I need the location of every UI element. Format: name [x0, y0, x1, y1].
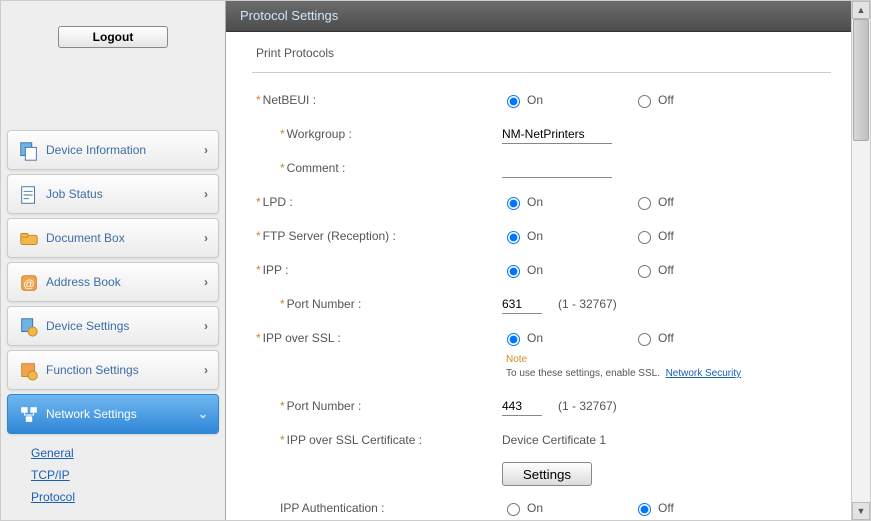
scroll-track[interactable] — [852, 19, 870, 502]
sidebar-item-label: Job Status — [46, 187, 103, 201]
sidebar-item-label: Device Information — [46, 143, 146, 157]
note-block: Note To use these settings, enable SSL. … — [506, 353, 831, 381]
ipp-auth-off-radio[interactable]: Off — [633, 500, 674, 516]
device-settings-icon — [18, 316, 40, 336]
sidebar-item-function-settings[interactable]: Function Settings › — [7, 350, 219, 390]
sidebar-menu: Device Information › Job Status › Docume… — [1, 128, 225, 514]
chevron-right-icon: › — [204, 143, 208, 157]
chevron-right-icon: › — [204, 231, 208, 245]
sidebar-item-label: Address Book — [46, 275, 121, 289]
ipp-ssl-port-input[interactable] — [502, 397, 542, 416]
content: Print Protocols NetBEUI : On Off Workgro… — [226, 32, 851, 520]
label-ipp-port: Port Number : — [252, 297, 502, 311]
scroll-down-icon[interactable]: ▼ — [852, 502, 870, 520]
label-ipp: IPP : — [252, 263, 502, 277]
label-ftp: FTP Server (Reception) : — [252, 229, 502, 243]
label-ipp-ssl: IPP over SSL : — [252, 331, 502, 345]
note-text: To use these settings, enable SSL. — [506, 368, 660, 379]
cert-value: Device Certificate 1 — [502, 433, 606, 447]
sublink-general[interactable]: General — [31, 442, 225, 464]
settings-button[interactable]: Settings — [502, 462, 592, 486]
device-information-icon — [18, 140, 40, 160]
scrollbar[interactable]: ▲ ▼ — [851, 1, 870, 520]
ipp-on-radio[interactable]: On — [502, 262, 543, 278]
comment-input[interactable] — [502, 159, 612, 178]
address-book-icon: @ — [18, 272, 40, 292]
section-title: Print Protocols — [252, 42, 831, 73]
label-ipp-ssl-port: Port Number : — [252, 399, 502, 413]
netbeui-on-radio[interactable]: On — [502, 92, 543, 108]
label-ipp-ssl-cert: IPP over SSL Certificate : — [252, 433, 502, 447]
port-range-text: (1 - 32767) — [558, 399, 617, 413]
logout-button[interactable]: Logout — [58, 26, 168, 48]
workgroup-input[interactable] — [502, 125, 612, 144]
sidebar-item-network-settings[interactable]: Network Settings ⌄ — [7, 394, 219, 434]
label-workgroup: Workgroup : — [252, 127, 502, 141]
sidebar-item-address-book[interactable]: @ Address Book › — [7, 262, 219, 302]
sublink-tcpip[interactable]: TCP/IP — [31, 464, 225, 486]
chevron-right-icon: › — [204, 319, 208, 333]
note-title: Note — [506, 354, 527, 365]
label-lpd: LPD : — [252, 195, 502, 209]
document-box-icon — [18, 228, 40, 248]
lpd-off-radio[interactable]: Off — [633, 194, 674, 210]
sidebar-item-job-status[interactable]: Job Status › — [7, 174, 219, 214]
note-link-network-security[interactable]: Network Security — [666, 368, 742, 379]
svg-text:@: @ — [23, 279, 34, 291]
sublink-protocol[interactable]: Protocol — [31, 486, 225, 508]
chevron-right-icon: › — [204, 363, 208, 377]
network-settings-icon — [18, 404, 40, 424]
sidebar-item-device-settings[interactable]: Device Settings › — [7, 306, 219, 346]
port-range-text: (1 - 32767) — [558, 297, 617, 311]
sidebar-item-label: Function Settings — [46, 363, 139, 377]
label-ipp-auth: IPP Authentication : — [252, 501, 502, 515]
ipp-ssl-on-radio[interactable]: On — [502, 330, 543, 346]
sidebar: Logout Device Information › Job Status › — [1, 1, 226, 520]
ftp-off-radio[interactable]: Off — [633, 228, 674, 244]
sidebar-item-label: Device Settings — [46, 319, 129, 333]
lpd-on-radio[interactable]: On — [502, 194, 543, 210]
ftp-on-radio[interactable]: On — [502, 228, 543, 244]
job-status-icon — [18, 184, 40, 204]
sidebar-item-document-box[interactable]: Document Box › — [7, 218, 219, 258]
sidebar-submenu: General TCP/IP Protocol — [1, 436, 225, 514]
scroll-up-icon[interactable]: ▲ — [852, 1, 870, 19]
sidebar-item-label: Network Settings — [46, 407, 137, 421]
chevron-down-icon: ⌄ — [198, 407, 208, 421]
ipp-auth-on-radio[interactable]: On — [502, 500, 543, 516]
label-netbeui: NetBEUI : — [252, 93, 502, 107]
ipp-ssl-off-radio[interactable]: Off — [633, 330, 674, 346]
chevron-right-icon: › — [204, 187, 208, 201]
main: Protocol Settings Print Protocols NetBEU… — [226, 1, 851, 520]
sidebar-item-device-information[interactable]: Device Information › — [7, 130, 219, 170]
page-title: Protocol Settings — [226, 1, 851, 32]
ipp-off-radio[interactable]: Off — [633, 262, 674, 278]
sidebar-item-label: Document Box — [46, 231, 125, 245]
ipp-port-input[interactable] — [502, 295, 542, 314]
chevron-right-icon: › — [204, 275, 208, 289]
netbeui-off-radio[interactable]: Off — [633, 92, 674, 108]
label-comment: Comment : — [252, 161, 502, 175]
scroll-thumb[interactable] — [853, 19, 869, 141]
function-settings-icon — [18, 360, 40, 380]
